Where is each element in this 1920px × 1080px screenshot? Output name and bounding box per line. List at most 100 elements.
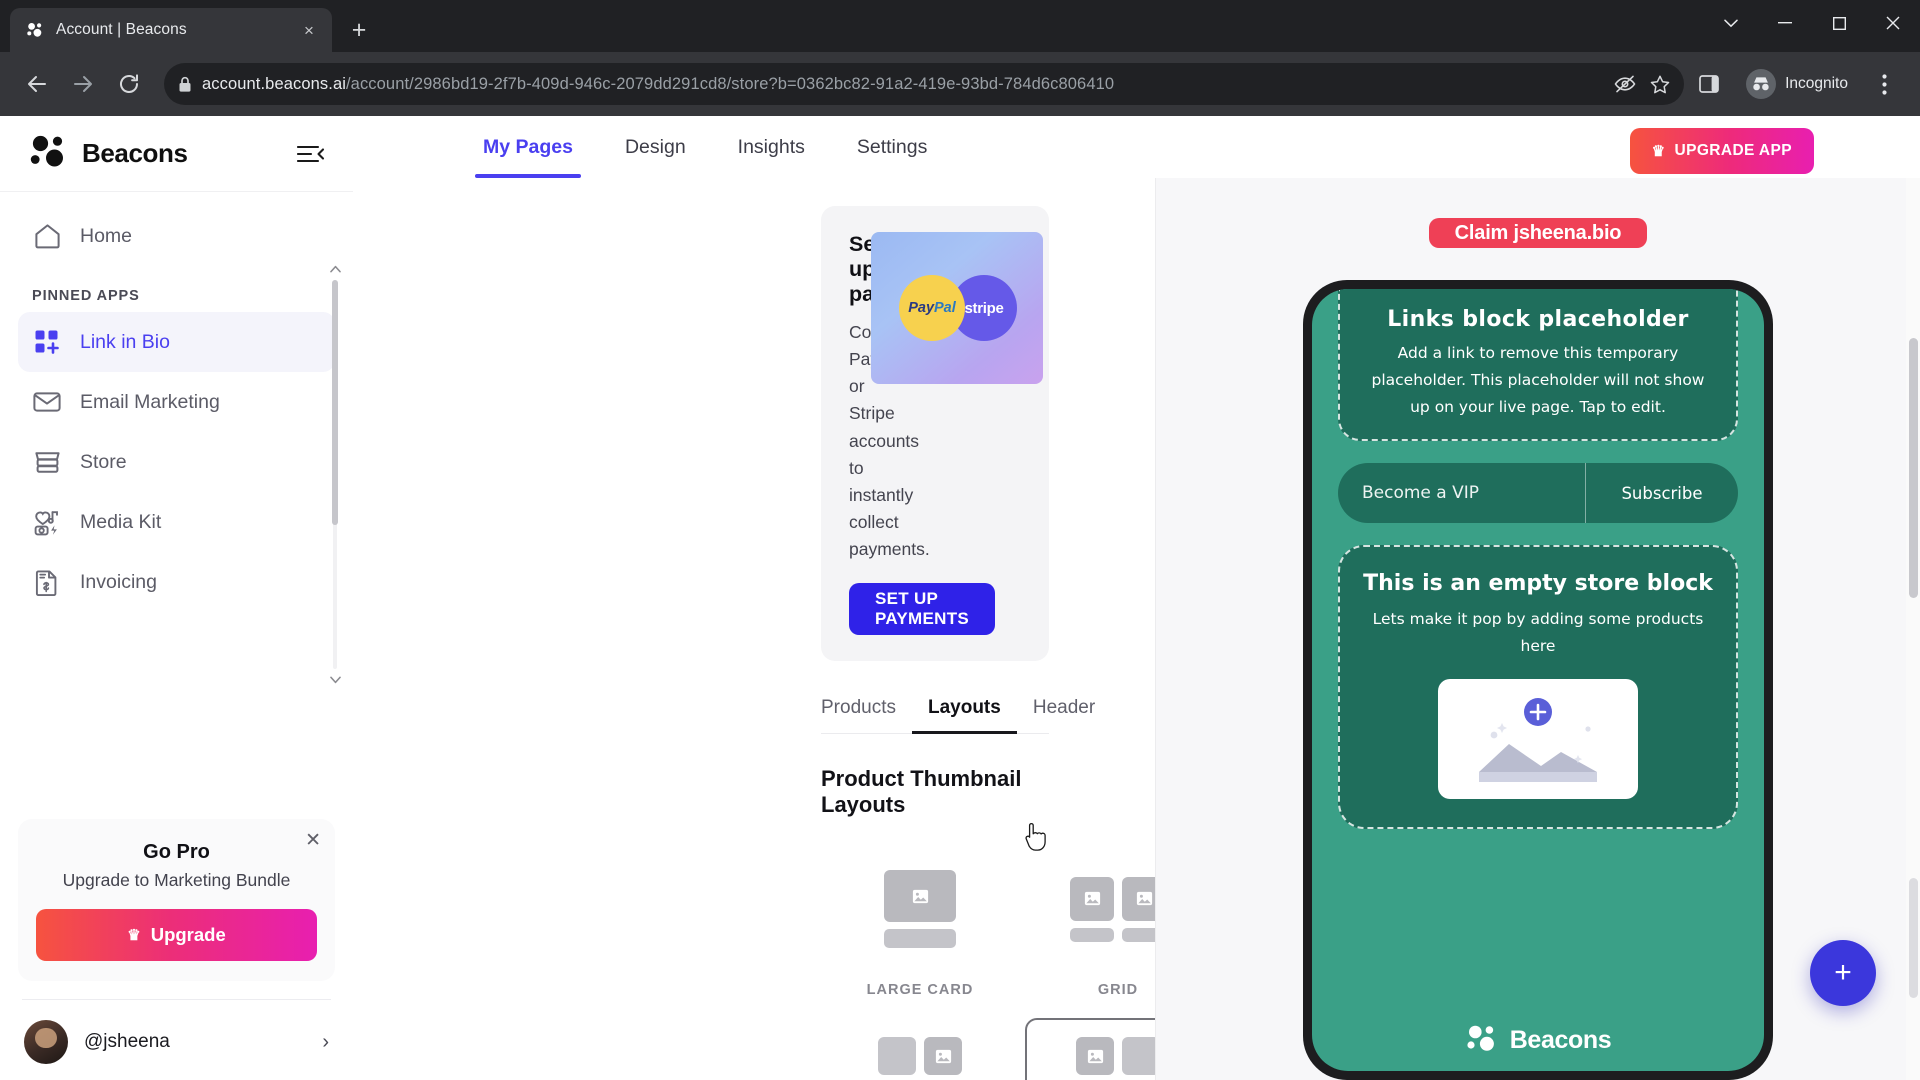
layout-thumbnail-selected xyxy=(1025,1018,1155,1080)
preview-footer: Beacons xyxy=(1312,1024,1764,1057)
brand-name: Beacons xyxy=(82,138,188,168)
sidebar-item-invoicing[interactable]: Invoicing xyxy=(18,552,335,612)
sidebar-nav: Home PINNED APPS Link in Bio Email Marke… xyxy=(0,192,353,809)
sidebar-section-label: PINNED APPS xyxy=(32,288,140,304)
add-product-illustration xyxy=(1438,679,1638,800)
omnibox-actions xyxy=(1604,75,1670,94)
close-window-button[interactable] xyxy=(1866,0,1920,46)
go-pro-subtitle: Upgrade to Marketing Bundle xyxy=(62,870,291,890)
tab-label: Insights xyxy=(737,135,805,158)
image-placeholder-icon xyxy=(884,870,956,923)
sidebar-item-label: Email Marketing xyxy=(80,390,220,413)
sidebar-item-store[interactable]: Store xyxy=(18,432,335,492)
address-bar[interactable]: account.beacons.ai/account/2986bd19-2f7b… xyxy=(164,63,1685,105)
tab-design[interactable]: Design xyxy=(599,116,712,178)
claim-domain-button[interactable]: Claim jsheena.bio xyxy=(1428,218,1648,248)
crown-icon: ♛ xyxy=(1651,143,1666,160)
minimize-window-button[interactable] xyxy=(1758,0,1812,46)
user-handle: @jsheena xyxy=(84,1031,170,1052)
incognito-profile-button[interactable]: Incognito xyxy=(1742,65,1860,103)
sidebar-item-media-kit[interactable]: Media Kit xyxy=(18,492,335,552)
sidebar-item-home[interactable]: Home xyxy=(18,206,335,266)
beacons-logo-icon xyxy=(28,134,68,173)
text-bar xyxy=(884,929,956,949)
image-placeholder-icon xyxy=(924,1037,962,1076)
layout-option-large-card[interactable]: LARGE CARD xyxy=(821,836,1019,1006)
layout-thumbnail xyxy=(1025,848,1155,970)
chevron-right-icon[interactable]: › xyxy=(322,1031,329,1054)
side-panel-button[interactable] xyxy=(1688,63,1730,105)
collapse-sidebar-icon[interactable] xyxy=(297,144,325,164)
layout-option-text-left[interactable]: TEXT LEFT xyxy=(821,1006,1019,1080)
editor-panel: Set up payments Connect PayPal or Stripe… xyxy=(353,178,1156,1080)
browser-menu-icon[interactable] xyxy=(1864,64,1904,104)
paypal-label-2: Pal xyxy=(934,300,956,316)
add-block-fab[interactable]: + xyxy=(1810,940,1876,1006)
scrollbar-thumb[interactable] xyxy=(1909,338,1918,598)
sidebar-item-email-marketing[interactable]: Email Marketing xyxy=(18,372,335,432)
tab-my-pages[interactable]: My Pages xyxy=(457,116,599,178)
text-bar xyxy=(1070,927,1114,942)
close-icon[interactable]: ✕ xyxy=(305,831,321,850)
app-body: Beacons Home PINNED APPS Link in Bio Ema… xyxy=(0,116,1920,1080)
text-right-glyph xyxy=(1076,1037,1155,1080)
subtab-header[interactable]: Header xyxy=(1017,697,1111,733)
tab-insights[interactable]: Insights xyxy=(712,116,831,178)
vip-subscribe-row[interactable]: Become a VIP Subscribe xyxy=(1338,463,1738,524)
phone-preview-frame: Links block placeholder Add a link to re… xyxy=(1303,280,1773,1080)
subtab-label: Header xyxy=(1032,697,1096,719)
go-pro-title: Go Pro xyxy=(143,841,210,863)
maximize-window-button[interactable] xyxy=(1812,0,1866,46)
image-placeholder-icon xyxy=(1070,876,1114,921)
reload-button[interactable] xyxy=(108,63,150,105)
store-block-title: This is an empty store block xyxy=(1363,571,1713,597)
browser-tab[interactable]: Account | Beacons × xyxy=(10,8,332,52)
subscribe-button[interactable]: Subscribe xyxy=(1586,484,1738,503)
lock-icon xyxy=(178,76,192,93)
editor-subtabs: Products Layouts Header xyxy=(821,697,1095,735)
subtab-products[interactable]: Products xyxy=(821,697,912,733)
bookmark-star-icon[interactable] xyxy=(1650,75,1670,94)
tab-settings[interactable]: Settings xyxy=(831,116,953,178)
brand[interactable]: Beacons xyxy=(28,134,188,173)
scrollbar-thumb-secondary[interactable] xyxy=(1909,878,1918,998)
browser-toolbar: account.beacons.ai/account/2986bd19-2f7b… xyxy=(0,52,1920,116)
sidebar-scrollbar[interactable] xyxy=(329,265,341,684)
empty-store-block[interactable]: This is an empty store block Lets make i… xyxy=(1338,545,1738,830)
page-scrollbar[interactable] xyxy=(1906,178,1920,1080)
top-navigation: My Pages Design Insights Settings ♛ UPGR… xyxy=(353,116,1920,178)
sidebar-item-label: Media Kit xyxy=(80,510,162,533)
scroll-up-icon[interactable] xyxy=(329,264,341,276)
eye-off-icon[interactable] xyxy=(1614,75,1636,93)
media-kit-icon xyxy=(32,507,62,537)
close-tab-icon[interactable]: × xyxy=(298,19,320,41)
sidebar-item-link-in-bio[interactable]: Link in Bio xyxy=(18,312,335,372)
scroll-down-icon[interactable] xyxy=(329,675,341,687)
links-block-placeholder[interactable]: Links block placeholder Add a link to re… xyxy=(1338,289,1738,442)
invoice-icon xyxy=(32,567,62,597)
layout-thumbnail xyxy=(827,1018,1013,1080)
vip-email-input[interactable]: Become a VIP xyxy=(1338,483,1585,503)
beacons-logo-icon xyxy=(1465,1024,1498,1057)
subtab-layouts[interactable]: Layouts xyxy=(911,697,1017,735)
layout-thumbnail xyxy=(827,848,1013,970)
browser-window: Account | Beacons × + account.beacons.ai… xyxy=(0,0,1920,1080)
sidebar-item-label: Store xyxy=(80,450,127,473)
upgrade-button[interactable]: ♛ Upgrade xyxy=(36,909,317,961)
image-placeholder-icon xyxy=(1076,1037,1114,1076)
upgrade-app-button[interactable]: ♛ UPGRADE APP xyxy=(1629,128,1814,174)
sidebar-item-label: Invoicing xyxy=(80,570,157,593)
paypal-label-1: Pay xyxy=(908,300,935,316)
set-up-payments-button[interactable]: SET UP PAYMENTS xyxy=(849,583,996,636)
user-account-row[interactable]: @jsheena › xyxy=(0,1004,353,1080)
back-button[interactable] xyxy=(16,63,58,105)
text-block xyxy=(1122,1037,1155,1076)
tab-search-chevron-icon[interactable] xyxy=(1704,0,1758,46)
forward-button[interactable] xyxy=(62,63,104,105)
footer-brand: Beacons xyxy=(1509,1026,1612,1054)
large-card-glyph xyxy=(884,870,956,949)
scrollbar-thumb[interactable] xyxy=(332,280,338,525)
layout-option-text-right[interactable]: TEXT RIGHT xyxy=(1019,1006,1155,1080)
layout-option-grid[interactable]: GRID xyxy=(1019,836,1155,1006)
new-tab-button[interactable]: + xyxy=(340,11,378,49)
